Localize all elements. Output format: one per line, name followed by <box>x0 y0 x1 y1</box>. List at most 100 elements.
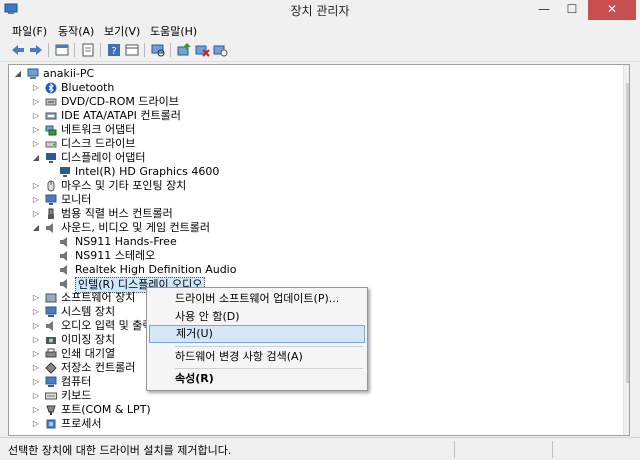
tree-item-display-adapter[interactable]: ◢ 디스플레이 어댑터 <box>31 151 331 165</box>
computer-icon <box>45 376 57 387</box>
tree-item-label: 디스크 드라이브 <box>61 137 136 150</box>
bluetooth-icon <box>45 82 57 94</box>
tree-item-label: 인쇄 대기열 <box>61 347 116 360</box>
tree-item-label: NS911 Hands-Free <box>75 235 177 248</box>
speaker-icon <box>60 251 67 261</box>
properties-view-icon[interactable] <box>54 42 70 58</box>
menu-help[interactable]: 도움말(H) <box>150 23 197 39</box>
tree-item-monitor[interactable]: ▷ 모니터 <box>31 193 331 207</box>
tree-item-label: 모니터 <box>61 193 92 206</box>
menu-uninstall[interactable]: 제거(U) <box>149 325 365 343</box>
menu-scan-hardware[interactable]: 하드웨어 변경 사항 검색(A) <box>149 348 365 366</box>
tree-item-realtek[interactable]: Realtek High Definition Audio <box>59 263 359 277</box>
tree-item-label: 저장소 컨트롤러 <box>61 361 136 374</box>
expand-icon[interactable]: ▷ <box>31 403 41 417</box>
tree-item-keyboard[interactable]: ▷ 키보드 <box>31 389 331 403</box>
tree-item-label: 시스템 장치 <box>61 305 116 318</box>
update-driver-icon[interactable] <box>176 42 192 58</box>
tree-item-sound[interactable]: ◢ 사운드, 비디오 및 게임 컨트롤러 <box>31 221 331 235</box>
tree-root[interactable]: ◢ anakii-PC <box>13 67 313 81</box>
expand-icon[interactable]: ▷ <box>31 179 41 193</box>
menu-separator <box>175 368 363 369</box>
display-adapter-icon <box>46 153 56 163</box>
tree-item-ns911-handsfree[interactable]: NS911 Hands-Free <box>59 235 359 249</box>
expand-icon[interactable]: ▷ <box>31 291 41 305</box>
help-icon[interactable]: ? <box>106 42 122 58</box>
list-view-icon[interactable] <box>80 42 96 58</box>
expand-icon[interactable]: ▷ <box>31 137 41 151</box>
menu-disable[interactable]: 사용 안 함(D) <box>149 308 365 326</box>
uninstall-icon[interactable] <box>194 42 210 58</box>
expand-icon[interactable]: ▷ <box>31 123 41 137</box>
toolbar-separator <box>48 43 49 57</box>
scroll-thumb[interactable] <box>626 83 629 383</box>
minimize-button[interactable]: — <box>530 0 558 20</box>
tree-item-network[interactable]: ▷ 네트워크 어댑터 <box>31 123 331 137</box>
menu-file[interactable]: 파일(F) <box>12 23 47 39</box>
status-text: 선택한 장치에 대한 드라이버 설치를 제거합니다. <box>8 444 232 457</box>
tree-item-mouse[interactable]: ▷ 마우스 및 기타 포인팅 장치 <box>31 179 331 193</box>
window-view-icon[interactable] <box>124 42 140 58</box>
context-menu: 드라이버 소프트웨어 업데이트(P)... 사용 안 함(D) 제거(U) 하드… <box>146 287 368 391</box>
close-button[interactable]: ✕ <box>588 0 636 20</box>
tree-item-bluetooth[interactable]: ▷ Bluetooth <box>31 81 331 95</box>
tree-item-label: 키보드 <box>61 389 92 402</box>
menu-action[interactable]: 동작(A) <box>58 23 94 39</box>
expand-icon[interactable]: ▷ <box>31 333 41 347</box>
speaker-icon <box>46 321 53 331</box>
software-device-icon <box>45 293 57 303</box>
maximize-button[interactable]: ☐ <box>558 0 586 20</box>
speaker-icon <box>60 279 67 289</box>
tree-item-ns911-stereo[interactable]: NS911 스테레오 <box>59 249 359 263</box>
expand-icon[interactable]: ▷ <box>31 417 41 431</box>
tree-item-label: DVD/CD-ROM 드라이브 <box>61 95 179 108</box>
speaker-icon <box>60 237 67 247</box>
scroll-up-arrow-icon[interactable]: ▲ <box>624 65 629 81</box>
expand-icon[interactable]: ▷ <box>31 361 41 375</box>
expand-icon[interactable]: ▷ <box>31 81 41 95</box>
tree-item-processor[interactable]: ▷ 프로세서 <box>31 417 331 431</box>
network-adapter-icon <box>45 125 57 136</box>
tree-item-ide[interactable]: ▷ IDE ATA/ATAPI 컨트롤러 <box>31 109 331 123</box>
tree-item-disk[interactable]: ▷ 디스크 드라이브 <box>31 137 331 151</box>
tree-item-label: 네트워크 어댑터 <box>61 123 136 136</box>
vertical-scrollbar[interactable]: ▲ ▼ <box>623 65 629 435</box>
disk-drive-icon <box>45 141 57 148</box>
tree-item-usb[interactable]: ▷ 범용 직렬 버스 컨트롤러 <box>31 207 331 221</box>
expand-icon[interactable]: ▷ <box>31 375 41 389</box>
menu-view[interactable]: 보기(V) <box>104 23 140 39</box>
tree-item-ports[interactable]: ▷ 포트(COM & LPT) <box>31 403 331 417</box>
expand-icon[interactable]: ▷ <box>31 305 41 319</box>
tree-item-label: 범용 직렬 버스 컨트롤러 <box>61 207 173 220</box>
tree-item-intel-hd[interactable]: Intel(R) HD Graphics 4600 <box>59 165 359 179</box>
expand-icon[interactable]: ▷ <box>31 347 41 361</box>
menu-separator <box>175 346 363 347</box>
expand-icon[interactable]: ▷ <box>31 95 41 109</box>
back-icon[interactable] <box>10 42 26 58</box>
menu-update-driver[interactable]: 드라이버 소프트웨어 업데이트(P)... <box>149 290 365 308</box>
menu-properties[interactable]: 속성(R) <box>149 370 365 388</box>
forward-icon[interactable] <box>28 42 44 58</box>
collapse-icon[interactable]: ◢ <box>13 67 23 81</box>
expand-icon[interactable]: ▷ <box>31 319 41 333</box>
expand-icon[interactable]: ▷ <box>31 193 41 207</box>
expand-icon[interactable]: ▷ <box>31 207 41 221</box>
tree-item-label: 프로세서 <box>61 417 102 430</box>
status-divider <box>454 441 455 458</box>
scroll-down-arrow-icon[interactable]: ▼ <box>624 421 629 435</box>
tree-item-label: NS911 스테레오 <box>75 249 156 262</box>
tree-item-label: Bluetooth <box>61 81 115 94</box>
expand-icon[interactable]: ▷ <box>31 109 41 123</box>
keyboard-icon <box>45 392 57 400</box>
disable-device-icon[interactable] <box>212 42 228 58</box>
collapse-icon[interactable]: ◢ <box>31 151 41 165</box>
storage-controller-icon <box>45 362 57 374</box>
ide-controller-icon <box>45 112 57 120</box>
scan-hardware-icon[interactable] <box>150 42 166 58</box>
tree-item-label: 이미징 장치 <box>61 333 116 346</box>
computer-icon <box>27 68 39 79</box>
tree-item-dvd[interactable]: ▷ DVD/CD-ROM 드라이브 <box>31 95 331 109</box>
collapse-icon[interactable]: ◢ <box>31 221 41 235</box>
expand-icon[interactable]: ▷ <box>31 389 41 403</box>
title-bar: 장치 관리자 — ☐ ✕ <box>0 0 640 20</box>
